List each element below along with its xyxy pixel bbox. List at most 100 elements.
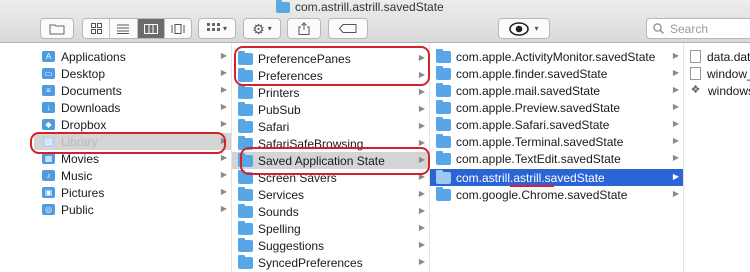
list-item[interactable]: Suggestions ▶ — [232, 237, 429, 254]
list-item[interactable]: Printers ▶ — [232, 84, 429, 101]
list-item[interactable]: com.apple.Preview.savedState ▶ — [430, 99, 683, 116]
list-item-selected[interactable]: Saved Application State ▶ — [232, 152, 429, 169]
folder-icon — [238, 101, 253, 116]
sidebar-item-music[interactable]: ♪ Music ▶ — [34, 167, 231, 184]
share-button[interactable] — [287, 18, 321, 39]
sidebar-item-pictures[interactable]: ▣ Pictures ▶ — [34, 184, 231, 201]
music-icon: ♪ — [42, 170, 55, 181]
chevron-right-icon: ▶ — [672, 68, 679, 77]
icon-view-button[interactable] — [83, 19, 111, 38]
chevron-right-icon: ▶ — [220, 102, 227, 111]
folder-icon — [436, 186, 451, 201]
annotation-underline — [510, 185, 554, 187]
chevron-right-icon: ▶ — [418, 240, 425, 249]
list-item[interactable]: Screen Savers ▶ — [232, 169, 429, 186]
chevron-right-icon: ▶ — [672, 189, 679, 198]
folder-icon — [436, 116, 451, 131]
chevron-right-icon: ▶ — [672, 51, 679, 60]
sidebar-item-dropbox[interactable]: ◆ Dropbox ▶ — [34, 116, 231, 133]
arrange-button[interactable]: ▾ — [198, 18, 236, 39]
folder-icon — [238, 152, 253, 167]
folder-icon — [238, 169, 253, 184]
list-item[interactable]: com.apple.mail.savedState ▶ — [430, 82, 683, 99]
folder-icon — [436, 82, 451, 97]
chevron-right-icon: ▶ — [220, 51, 227, 60]
downloads-icon: ↓ — [42, 102, 55, 113]
folder-icon — [436, 169, 451, 184]
column-view-button[interactable] — [137, 19, 165, 38]
sidebar-item-documents[interactable]: ≡ Documents ▶ — [34, 82, 231, 99]
sidebar-item-label: Public — [61, 202, 94, 217]
folder-icon — [238, 237, 253, 252]
documents-icon: ≡ — [42, 85, 55, 96]
search-icon — [653, 23, 664, 34]
chevron-right-icon: ▶ — [672, 119, 679, 128]
list-item[interactable]: com.apple.finder.savedState ▶ — [430, 65, 683, 82]
edit-tags-button[interactable] — [328, 18, 368, 39]
chevron-right-icon: ▶ — [220, 136, 227, 145]
chevron-right-icon: ▶ — [672, 136, 679, 145]
sidebar-item-movies[interactable]: ▦ Movies ▶ — [34, 150, 231, 167]
list-item[interactable]: Spelling ▶ — [232, 220, 429, 237]
arrange-grid-icon — [206, 23, 220, 31]
chevron-right-icon: ▶ — [220, 68, 227, 77]
cover-flow-icon — [171, 23, 185, 34]
list-item[interactable]: SyncedPreferences ▶ — [232, 254, 429, 271]
sidebar-item-library[interactable]: ▥ Library ▶ — [34, 133, 231, 150]
list-item[interactable]: Sounds ▶ — [232, 203, 429, 220]
sidebar-item-public[interactable]: ◎ Public ▶ — [34, 201, 231, 218]
list-item[interactable]: com.apple.Terminal.savedState ▶ — [430, 133, 683, 150]
folder-icon — [238, 186, 253, 201]
chevron-right-icon: ▶ — [418, 121, 425, 130]
cover-flow-button[interactable] — [165, 19, 191, 38]
files-column: data.dat window_ ❖ windows — [684, 43, 750, 272]
list-item[interactable]: com.apple.ActivityMonitor.savedState ▶ — [430, 48, 683, 65]
desktop-icon: ▭ — [42, 68, 55, 79]
list-item[interactable]: com.google.Chrome.savedState ▶ — [430, 186, 683, 203]
sidebar-item-label: Applications — [61, 49, 126, 64]
list-item[interactable]: PreferencePanes ▶ — [232, 50, 429, 67]
list-view-button[interactable] — [110, 19, 138, 38]
list-item[interactable]: window_ — [684, 65, 750, 82]
chevron-right-icon: ▶ — [418, 206, 425, 215]
folder-icon — [436, 133, 451, 148]
sidebar-item-applications[interactable]: A Applications ▶ — [34, 48, 231, 65]
sidebar-item-downloads[interactable]: ↓ Downloads ▶ — [34, 99, 231, 116]
sidebar-item-label: Desktop — [61, 66, 106, 81]
folder-icon — [238, 135, 253, 150]
chevron-down-icon: ▾ — [267, 24, 272, 33]
toolbar: com.astrill.astrill.savedState ▾ ⚙ ▾ ▾ S… — [0, 0, 750, 43]
folder-icon — [238, 220, 253, 235]
list-item-selected[interactable]: com.astrill.astrill.savedState ▶ — [430, 169, 683, 186]
sidebar-item-label: Documents — [61, 83, 122, 98]
sidebar-item-desktop[interactable]: ▭ Desktop ▶ — [34, 65, 231, 82]
share-icon — [298, 22, 310, 35]
chevron-right-icon: ▶ — [672, 172, 679, 181]
chevron-right-icon: ▶ — [220, 170, 227, 179]
document-icon — [690, 67, 701, 80]
list-item[interactable]: SafariSafeBrowsing ▶ — [232, 135, 429, 152]
new-folder-button[interactable] — [40, 18, 74, 39]
document-icon — [690, 50, 701, 63]
list-item[interactable]: PubSub ▶ — [232, 101, 429, 118]
chevron-right-icon: ▶ — [220, 153, 227, 162]
view-mode-control[interactable] — [82, 18, 192, 39]
list-item[interactable]: com.apple.TextEdit.savedState ▶ — [430, 150, 683, 167]
tag-icon — [339, 24, 357, 33]
search-field[interactable]: Search — [646, 18, 750, 39]
list-item[interactable]: Safari ▶ — [232, 118, 429, 135]
list-item[interactable]: Preferences ▶ — [232, 67, 429, 84]
chevron-right-icon: ▶ — [672, 85, 679, 94]
list-item[interactable]: ❖ windows — [684, 82, 750, 99]
folder-icon — [238, 84, 253, 99]
list-item[interactable]: Services ▶ — [232, 186, 429, 203]
list-item[interactable]: data.dat — [684, 48, 750, 65]
list-item[interactable]: com.apple.Safari.savedState ▶ — [430, 116, 683, 133]
eye-icon — [509, 21, 530, 36]
public-icon: ◎ — [42, 204, 55, 215]
applications-icon: A — [42, 51, 55, 62]
chevron-right-icon: ▶ — [418, 70, 425, 79]
column-browser: A Applications ▶ ▭ Desktop ▶ ≡ Documents ▶ ↓ Do… — [0, 43, 750, 272]
quick-look-button[interactable]: ▾ — [498, 18, 550, 39]
action-button[interactable]: ⚙ ▾ — [243, 18, 281, 39]
